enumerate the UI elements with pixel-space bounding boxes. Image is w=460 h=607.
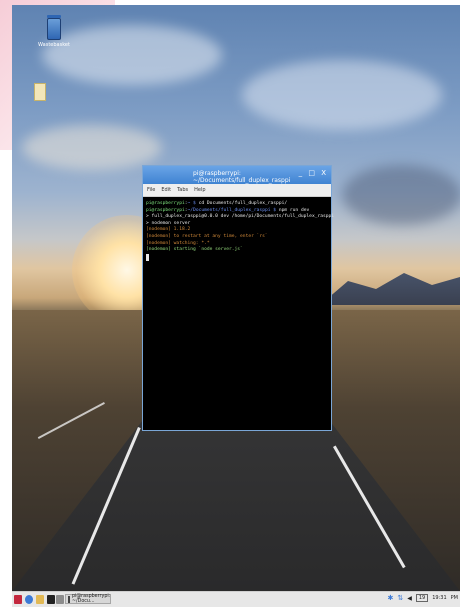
cloud [242,60,442,130]
terminal-titlebar[interactable]: pi@raspberrypi: ~/Documents/full_duplex_… [143,166,331,184]
terminal-line: > full_duplex_rasppi@0.0.0 dev /home/pi/… [146,214,335,220]
terminal-line: pi@raspberrypi:~ $ cd Documents/full_dup… [146,201,288,206]
system-tray: ✱ ⇅ ◀ 19 19:31 PM [387,594,458,602]
terminal-launcher-icon[interactable] [47,595,55,604]
raspberry-menu-icon[interactable] [14,595,22,604]
wastebasket-desktop-icon[interactable]: Wastebasket [32,15,76,48]
taskbar-terminal-task[interactable]: pi@raspberrypi: ~/Docu... [65,594,111,604]
clock-period: PM [450,595,458,601]
menu-help[interactable]: Help [194,187,205,193]
taskbar-task-label: pi@raspberrypi: ~/Docu... [72,594,111,604]
document-desktop-icon[interactable] [34,83,48,101]
cloud [22,125,162,170]
wastebasket-label: Wastebasket [38,42,70,48]
taskbar: pi@raspberrypi: ~/Docu... ✱ ⇅ ◀ 19 19:31… [12,591,460,607]
document-icon [34,83,46,101]
menu-file[interactable]: File [147,187,155,193]
terminal-output[interactable]: pi@raspberrypi:~ $ cd Documents/full_dup… [143,197,335,266]
wastebasket-icon [47,18,61,40]
mountains [320,273,460,305]
clock[interactable]: 19:31 [432,595,446,601]
window-controls[interactable]: _ □ X [299,169,328,177]
terminal-cursor-line [146,253,328,263]
terminal-line: [nodemon] 1.18.2 [146,227,191,233]
bluetooth-icon[interactable]: ✱ [387,594,393,602]
terminal-window[interactable]: pi@raspberrypi: ~/Documents/full_duplex_… [142,165,335,431]
terminal-line: [nodemon] starting `node server.js` [146,247,243,253]
web-browser-icon[interactable] [25,595,33,604]
cpu-monitor[interactable]: 19 [415,594,429,602]
network-icon[interactable]: ⇅ [397,594,403,602]
volume-icon[interactable]: ◀ [407,595,412,602]
file-manager-icon[interactable] [36,595,44,604]
terminal-menubar: File Edit Tabs Help [143,184,331,197]
terminal-cursor [146,253,149,261]
menu-tabs[interactable]: Tabs [177,187,188,193]
cloud [342,165,460,225]
terminal-line: [nodemon] to restart at any time, enter … [146,233,268,239]
menu-edit[interactable]: Edit [161,187,171,193]
app-launcher-icon[interactable] [56,595,64,604]
terminal-icon [68,595,70,603]
